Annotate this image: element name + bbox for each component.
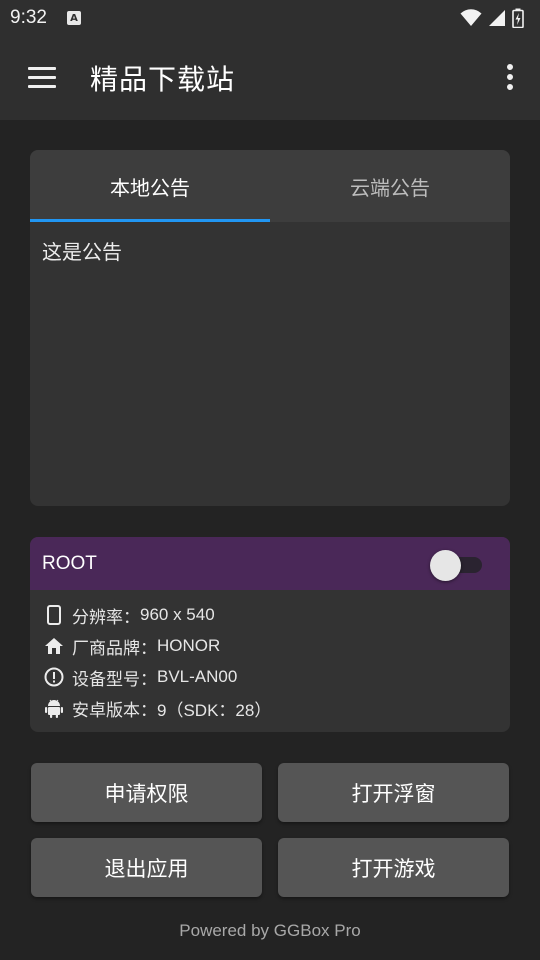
info-value: HONOR	[157, 636, 221, 655]
a-notification-icon: A	[66, 11, 81, 25]
signal-icon	[489, 10, 505, 26]
request-permission-button[interactable]: 申请权限	[31, 763, 262, 822]
toggle-thumb	[430, 550, 461, 581]
notice-card: 本地公告 云端公告 这是公告	[30, 150, 510, 506]
battery-icon	[512, 8, 524, 28]
root-toggle[interactable]	[430, 550, 484, 581]
menu-icon[interactable]	[28, 67, 56, 89]
tab-cloud-notice[interactable]: 云端公告	[270, 150, 510, 222]
tab-label: 本地公告	[110, 175, 190, 200]
exit-app-button[interactable]: 退出应用	[31, 838, 262, 897]
notice-content: 这是公告	[42, 240, 122, 264]
open-floating-window-button[interactable]: 打开浮窗	[278, 763, 509, 822]
info-label: 厂商品牌：	[72, 638, 157, 659]
app-title: 精品下载站	[90, 63, 236, 96]
home-icon	[44, 635, 64, 657]
tab-label: 云端公告	[350, 175, 430, 200]
footer-powered-by: Powered by GGBox Pro	[179, 921, 361, 940]
status-bar: 9:32 A	[0, 0, 540, 36]
open-game-button[interactable]: 打开游戏	[278, 838, 509, 897]
app-bar: 精品下载站	[0, 36, 540, 120]
info-label: 安卓版本：	[72, 700, 157, 721]
info-row-model: 设备型号： BVL-AN00	[44, 665, 238, 690]
info-row-brand: 厂商品牌： HONOR	[44, 634, 221, 659]
status-time: 9:32	[10, 7, 47, 28]
more-vertical-icon[interactable]	[506, 64, 514, 92]
status-icons	[460, 8, 524, 28]
info-value: 9（SDK：28）	[157, 700, 272, 720]
root-label: ROOT	[42, 552, 97, 574]
info-label: 分辨率：	[72, 607, 140, 628]
phone-icon	[44, 604, 64, 626]
info-value: 960 x 540	[140, 605, 215, 624]
tab-local-notice[interactable]: 本地公告	[30, 150, 270, 222]
device-info-card: ROOT 分辨率： 960 x 540 厂商品牌： HONOR 设备型号： BV…	[30, 537, 510, 732]
info-row-resolution: 分辨率： 960 x 540	[44, 603, 215, 628]
notice-tab-bar: 本地公告 云端公告	[30, 150, 510, 222]
root-header: ROOT	[30, 537, 510, 590]
info-row-android-version: 安卓版本： 9（SDK：28）	[44, 696, 272, 721]
wifi-icon	[460, 9, 482, 26]
android-icon	[44, 697, 64, 719]
tab-indicator	[30, 219, 270, 222]
alert-circle-icon	[44, 666, 64, 688]
info-label: 设备型号：	[72, 669, 157, 690]
info-value: BVL-AN00	[157, 667, 238, 686]
